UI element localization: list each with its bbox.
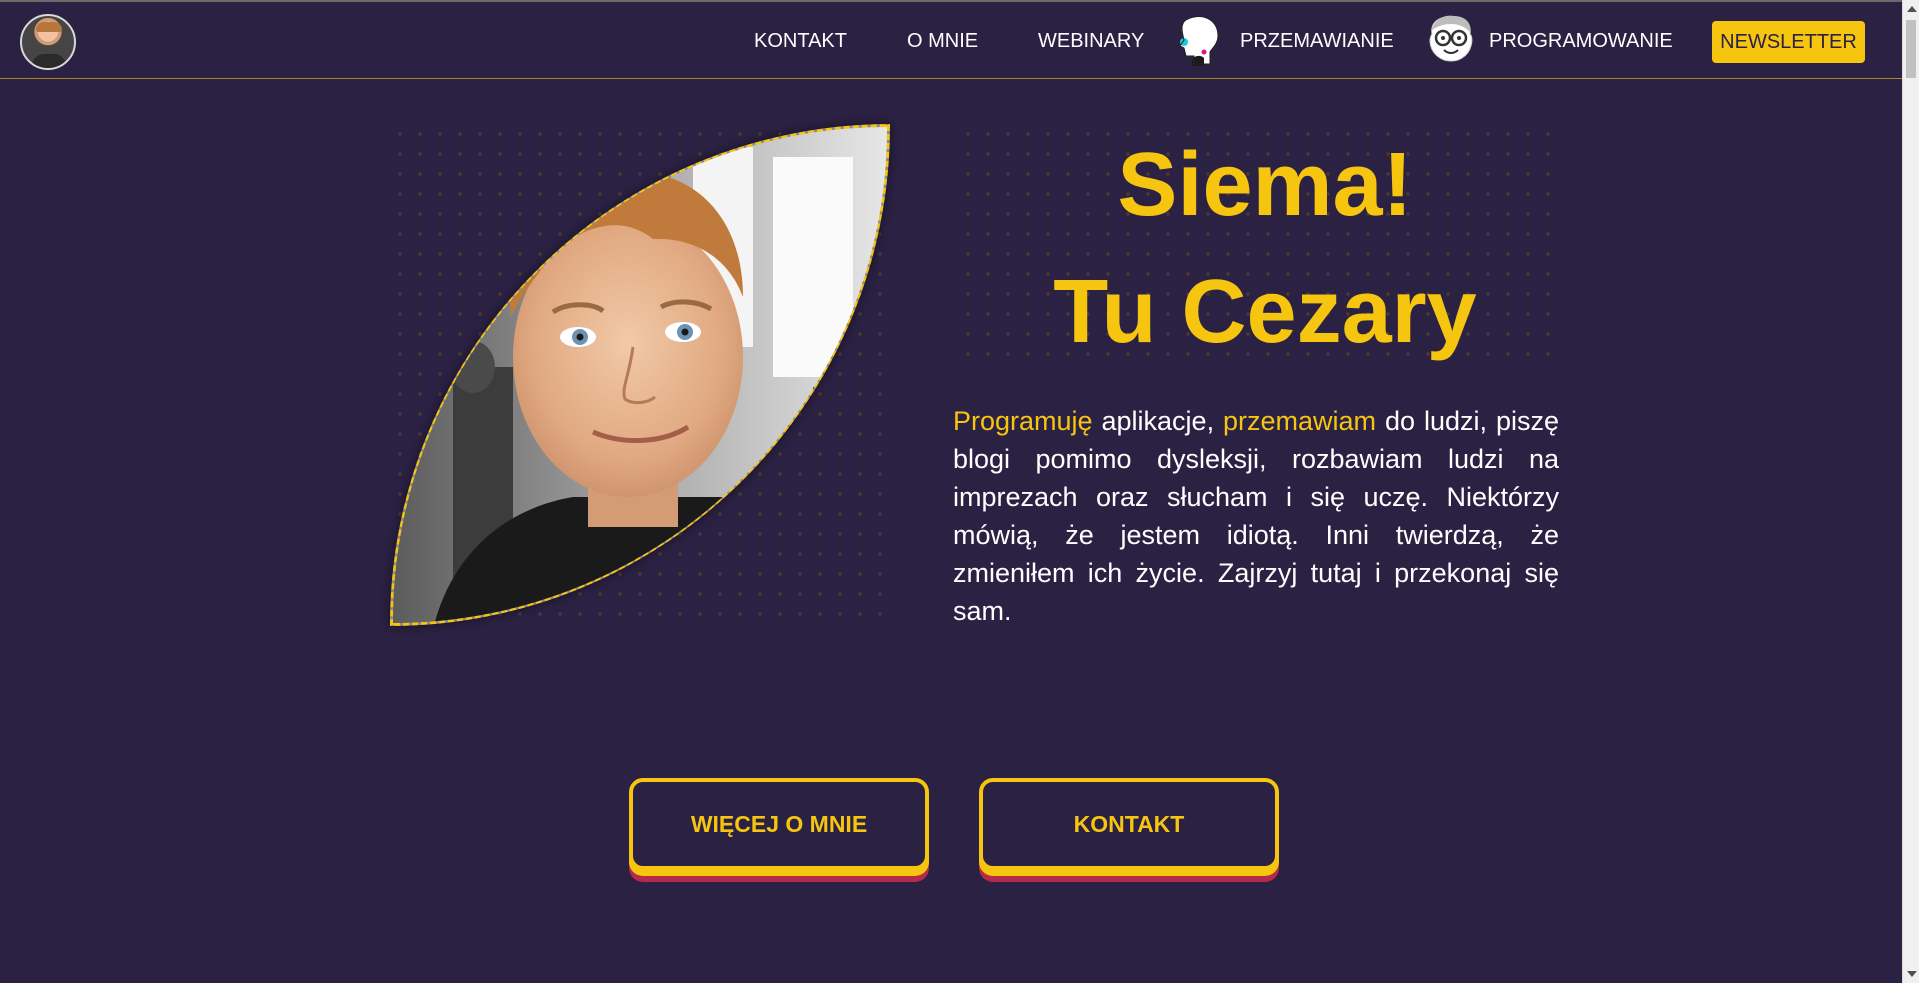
nerd-face-icon[interactable]: [1424, 12, 1478, 66]
speaker-head-icon[interactable]: [1172, 12, 1226, 66]
intro-text-1: aplikacje,: [1092, 406, 1224, 436]
intro-text-2: do ludzi, piszę blogi pomimo dysleksji, …: [953, 406, 1559, 626]
nav-link-kontakt[interactable]: KONTAKT: [754, 30, 847, 53]
intro-link-programuje[interactable]: Programuję: [953, 406, 1093, 436]
intro-link-przemawiam[interactable]: przemawiam: [1223, 406, 1376, 436]
scroll-down-arrow-icon[interactable]: [1907, 971, 1917, 977]
greeting-heading: Siema!: [1117, 135, 1413, 235]
scroll-up-arrow-icon[interactable]: [1907, 6, 1917, 12]
nav-link-przemawianie[interactable]: PRZEMAWIANIE: [1240, 30, 1394, 53]
more-about-me-button[interactable]: WIĘCEJ O MNIE: [629, 778, 929, 870]
name-heading: Tu Cezary: [1053, 262, 1477, 362]
intro-paragraph: Programuję aplikacje, przemawiam do ludz…: [953, 402, 1559, 630]
nav-link-programowanie[interactable]: PROGRAMOWANIE: [1489, 30, 1673, 53]
profile-photo: [390, 124, 890, 626]
newsletter-button[interactable]: NEWSLETTER: [1712, 21, 1865, 63]
site-header: KONTAKT O MNIE WEBINARY PRZEMAWIANIE PRO…: [0, 2, 1902, 79]
nav-link-o-mnie[interactable]: O MNIE: [907, 30, 978, 53]
contact-button[interactable]: KONTAKT: [979, 778, 1279, 870]
scroll-thumb[interactable]: [1906, 20, 1916, 78]
avatar-logo[interactable]: [20, 14, 76, 70]
nav-link-webinary[interactable]: WEBINARY: [1038, 30, 1144, 53]
page-scrollbar[interactable]: [1902, 0, 1919, 983]
